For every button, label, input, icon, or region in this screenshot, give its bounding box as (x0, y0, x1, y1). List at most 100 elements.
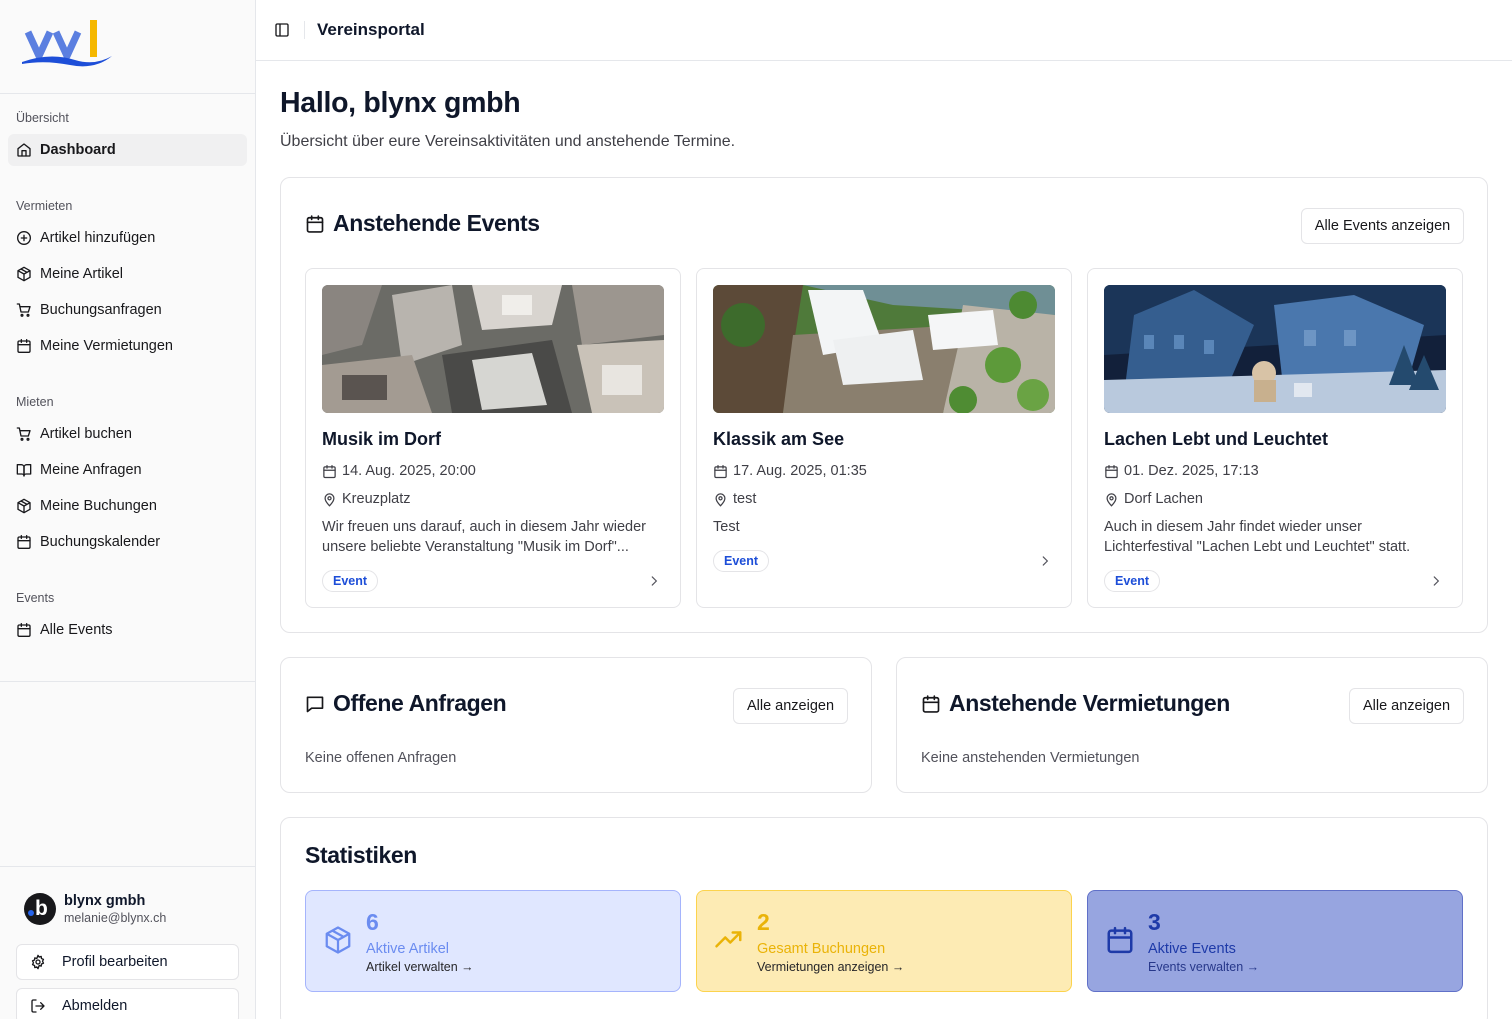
logout-label: Abmelden (62, 998, 128, 1014)
calendar-icon (714, 464, 727, 478)
sidebar-item-buchungskalender[interactable]: Buchungskalender (8, 526, 247, 558)
all-events-button[interactable]: Alle Events anzeigen (1301, 208, 1464, 244)
upcoming-events-card: Anstehende Events Alle Events anzeigen M… (280, 177, 1488, 633)
nav-group-overview: Übersicht (16, 111, 69, 125)
map-pin-icon (715, 492, 726, 507)
page-title: Hallo, blynx gmbh (280, 87, 521, 119)
calendar-icon (1105, 464, 1118, 478)
event-card[interactable]: Musik im Dorf 14. Aug. 2025, 20:00 Kreuz… (305, 268, 681, 608)
user-name: blynx gmbh (64, 893, 146, 909)
stat-label: Aktive Artikel (366, 941, 449, 957)
section-title: Anstehende Events (305, 210, 540, 237)
sidebar-item-label: Meine Buchungen (40, 498, 157, 514)
open-requests-card: Offene Anfragen Alle anzeigen Keine offe… (280, 657, 872, 793)
calendar-icon (17, 623, 31, 637)
package-icon (17, 498, 31, 514)
sidebar-item-artikel-hinzufuegen[interactable]: Artikel hinzufügen (8, 222, 247, 254)
event-location: test (713, 491, 756, 507)
logout-icon (31, 999, 45, 1013)
event-image (1104, 285, 1446, 413)
nav-group-events: Events (16, 591, 55, 605)
sidebar-item-dashboard[interactable]: Dashboard (8, 134, 247, 166)
plus-circle-icon (17, 231, 31, 245)
sidebar-divider (0, 681, 256, 682)
sidebar-item-meine-anfragen[interactable]: Meine Anfragen (8, 454, 247, 486)
calendar-icon (323, 464, 336, 478)
vvl-logo[interactable] (20, 18, 114, 70)
stat-value: 2 (757, 909, 770, 935)
sidebar-item-artikel-buchen[interactable]: Artikel buchen (8, 418, 247, 450)
event-title: Lachen Lebt und Leuchtet (1104, 429, 1329, 449)
gear-icon (31, 954, 45, 970)
chevron-right-icon (651, 576, 658, 586)
stat-value: 3 (1148, 909, 1161, 935)
stat-active-articles[interactable]: 6 Aktive Artikel Artikel verwalten → (305, 890, 681, 992)
chevron-right-icon (1433, 576, 1440, 586)
all-rentals-button[interactable]: Alle anzeigen (1349, 688, 1464, 724)
calendar-icon (1107, 926, 1133, 954)
sidebar-item-meine-vermietungen[interactable]: Meine Vermietungen (8, 330, 247, 362)
stat-link[interactable]: Vermietungen anzeigen → (757, 960, 904, 974)
sidebar: Übersicht Dashboard Vermieten Artikel hi… (0, 0, 256, 1019)
sidebar-item-label: Alle Events (40, 622, 113, 638)
sidebar-item-label: Meine Artikel (40, 266, 124, 282)
message-square-icon (306, 696, 324, 712)
event-date: 01. Dez. 2025, 17:13 (1104, 463, 1259, 479)
home-icon (17, 143, 31, 157)
sidebar-item-label: Artikel hinzufügen (40, 230, 156, 246)
sidebar-item-label: Buchungsanfragen (40, 302, 162, 318)
event-description: Wir freuen uns darauf, auch in diesem Ja… (322, 519, 646, 555)
cart-icon (16, 303, 31, 317)
upcoming-rentals-card: Anstehende Vermietungen Alle anzeigen Ke… (896, 657, 1488, 793)
stat-link[interactable]: Events verwalten → (1148, 960, 1259, 974)
avatar: b (24, 893, 56, 925)
stat-label: Gesamt Buchungen (757, 941, 886, 957)
sidebar-item-alle-events[interactable]: Alle Events (8, 614, 247, 646)
event-badge: Event (713, 550, 770, 572)
sidebar-item-buchungsanfragen[interactable]: Buchungsanfragen (8, 294, 247, 326)
edit-profile-label: Profil bearbeiten (62, 954, 168, 970)
nav-group-vermieten: Vermieten (16, 199, 73, 213)
book-open-icon (16, 464, 32, 477)
sidebar-item-label: Meine Anfragen (40, 462, 142, 478)
edit-profile-button[interactable]: Profil bearbeiten (16, 944, 239, 980)
map-pin-icon (1106, 492, 1117, 507)
sidebar-item-meine-buchungen[interactable]: Meine Buchungen (8, 490, 247, 522)
event-date: 14. Aug. 2025, 20:00 (322, 463, 476, 479)
event-card[interactable]: Klassik am See 17. Aug. 2025, 01:35 test… (696, 268, 1072, 608)
section-title: Offene Anfragen (305, 690, 507, 717)
stat-link[interactable]: Artikel verwalten → (366, 960, 474, 974)
stat-total-bookings[interactable]: 2 Gesamt Buchungen Vermietungen anzeigen… (696, 890, 1072, 992)
stat-active-events[interactable]: 3 Aktive Events Events verwalten → (1087, 890, 1463, 992)
event-image (713, 285, 1055, 413)
sidebar-divider (0, 866, 256, 867)
trending-up-icon (715, 931, 742, 948)
calendar-icon (306, 214, 324, 233)
sidebar-toggle-icon[interactable] (274, 22, 290, 38)
chevron-right-icon (1042, 556, 1049, 566)
empty-state-text: Keine anstehenden Vermietungen (921, 750, 1140, 766)
event-description: Test (713, 519, 740, 535)
stat-label: Aktive Events (1148, 941, 1236, 957)
event-card[interactable]: Lachen Lebt und Leuchtet 01. Dez. 2025, … (1087, 268, 1463, 608)
all-requests-button[interactable]: Alle anzeigen (733, 688, 848, 724)
sidebar-item-meine-artikel[interactable]: Meine Artikel (8, 258, 247, 290)
calendar-icon (17, 535, 31, 549)
calendar-icon (922, 694, 940, 713)
user-email: melanie@blynx.ch (64, 911, 167, 925)
logout-button[interactable]: Abmelden (16, 988, 239, 1019)
logo-area (0, 0, 255, 94)
nav-group-mieten: Mieten (16, 395, 54, 409)
stat-value: 6 (366, 909, 379, 935)
statistics-card: Statistiken 6 Aktive Artikel Artikel ver… (280, 817, 1488, 1019)
map-pin-icon (324, 492, 335, 507)
calendar-icon (17, 339, 31, 353)
sidebar-item-label: Dashboard (40, 142, 116, 158)
sidebar-item-label: Meine Vermietungen (40, 338, 173, 354)
section-title: Statistiken (305, 842, 417, 868)
event-location: Kreuzplatz (322, 491, 411, 507)
event-title: Musik im Dorf (322, 429, 442, 449)
sidebar-item-label: Artikel buchen (40, 426, 132, 442)
event-badge: Event (1104, 570, 1161, 592)
page-subtitle: Übersicht über eure Vereinsaktivitäten u… (280, 133, 736, 150)
